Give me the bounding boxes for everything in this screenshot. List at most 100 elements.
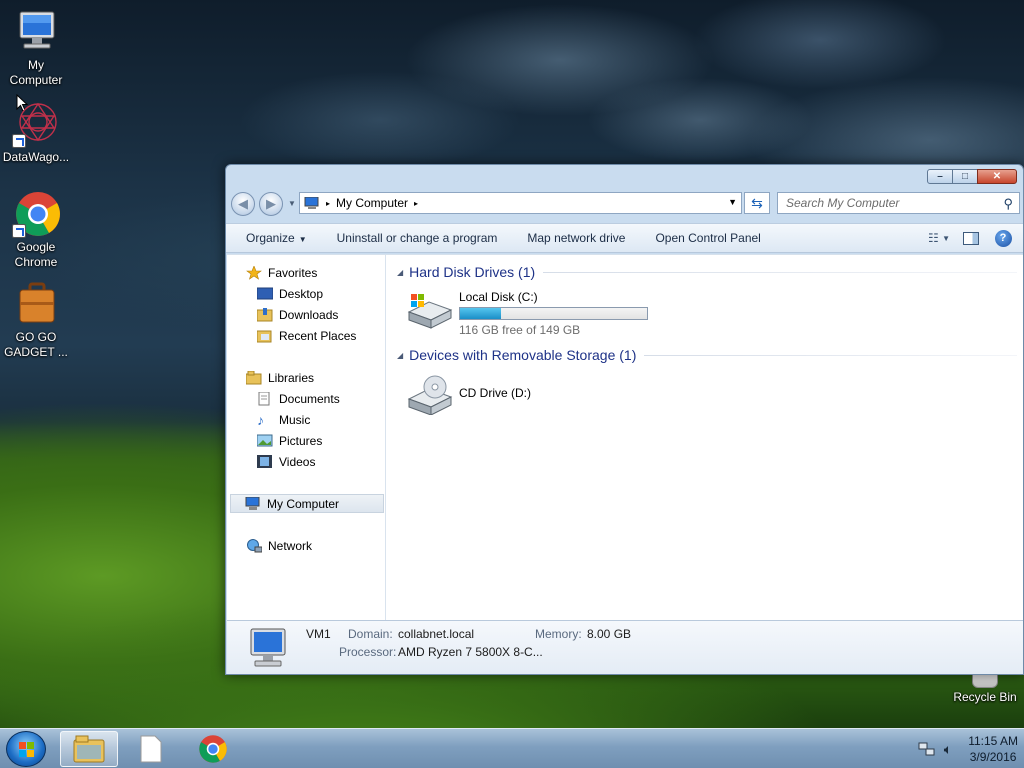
memory-label: Memory: [535, 627, 582, 641]
chrome-icon [12, 190, 60, 238]
clock-time: 11:15 AM [968, 734, 1018, 748]
domain-value: collabnet.local [398, 627, 475, 641]
desktop-icon-recycle-bin[interactable]: Recycle Bin [948, 672, 1022, 705]
drive-name: Local Disk (C:) [459, 290, 538, 304]
nav-label: Documents [279, 391, 340, 406]
music-icon: ♪ [257, 411, 264, 428]
computer-icon [250, 628, 286, 667]
recent-pages-dropdown[interactable]: ▼ [288, 199, 296, 208]
desktop-icon-label: Recycle Bin [953, 690, 1017, 704]
computer-icon [245, 496, 261, 511]
collapse-triangle-icon: ◢ [397, 267, 404, 277]
desktop-icon-google-chrome[interactable]: Google Chrome [0, 190, 72, 270]
desktop-icon-label: GO GO GADGET ... [4, 330, 68, 359]
nav-label: Desktop [279, 286, 324, 301]
forward-button[interactable]: ▶ [259, 192, 283, 216]
nav-item-my-computer[interactable]: My Computer [230, 494, 384, 513]
taskbar-document-button[interactable] [122, 731, 180, 767]
computer-icon [304, 197, 319, 209]
breadcrumb-separator[interactable]: ▸ [414, 199, 418, 208]
group-header-hard-disk-drives[interactable]: ◢ Hard Disk Drives (1) [397, 262, 1017, 282]
drive-local-disk-c[interactable]: Local Disk (C:) 116 GB free of 149 GB [405, 290, 648, 337]
search-placeholder: Search My Computer [786, 196, 900, 210]
maximize-button[interactable]: □ [952, 169, 978, 184]
pictures-icon [256, 434, 273, 448]
refresh-button[interactable]: ⇆ [744, 192, 770, 214]
system-tray: 🔈︎ 11:15 AM 3/9/2016 [918, 733, 1018, 765]
processor-value: AMD Ryzen 7 5800X 8-C... [398, 645, 543, 659]
start-button[interactable] [6, 731, 46, 767]
desktop-icon-label: My Computer [9, 58, 63, 87]
desktop-icon-label: Google Chrome [14, 240, 58, 269]
command-bar: Organize ▼ Uninstall or change a program … [226, 223, 1023, 253]
hard-drive-icon [405, 290, 455, 330]
desktop-icon-datawagon[interactable]: DataWago... [0, 100, 72, 165]
close-button[interactable]: ✕ [977, 169, 1017, 184]
computer-icon [12, 8, 60, 56]
clock[interactable]: 11:15 AM 3/9/2016 [968, 733, 1018, 765]
group-divider [644, 354, 1017, 356]
uninstall-program-button[interactable]: Uninstall or change a program [322, 231, 513, 245]
nav-item-videos[interactable]: Videos [257, 452, 315, 471]
search-input[interactable]: Search My Computer ⚲ [777, 192, 1020, 214]
back-arrow-icon: ◀ [238, 196, 248, 211]
nav-label: Videos [279, 454, 316, 469]
breadcrumb-separator[interactable]: ▸ [326, 199, 330, 208]
windows-logo-icon [19, 742, 34, 757]
change-view-button[interactable]: ☷ ▼ [927, 229, 951, 247]
shortcut-arrow-icon [12, 224, 26, 238]
desktop-icon [256, 287, 274, 301]
downloads-folder-icon [256, 307, 273, 322]
libraries-icon [245, 370, 262, 385]
help-button[interactable]: ? [993, 229, 1013, 247]
group-header-removable-storage[interactable]: ◢ Devices with Removable Storage (1) [397, 345, 1017, 365]
nav-item-music[interactable]: ♪ Music [257, 410, 310, 429]
taskbar: 🔈︎ 11:15 AM 3/9/2016 [0, 728, 1024, 768]
nav-item-favorites[interactable]: Favorites [246, 263, 317, 282]
organize-label: Organize [246, 231, 295, 245]
search-icon: ⚲ [1003, 196, 1013, 211]
processor-label: Processor: [339, 645, 397, 659]
documents-icon [257, 391, 273, 406]
nav-item-libraries[interactable]: Libraries [245, 368, 314, 387]
drive-cd-d[interactable]: CD Drive (D:) [405, 375, 531, 416]
taskbar-explorer-button[interactable] [60, 731, 118, 767]
desktop-icon-go-go-gadget[interactable]: GO GO GADGET ... [0, 280, 72, 360]
folder-icon [73, 735, 105, 763]
minimize-button[interactable]: – [927, 169, 953, 184]
nav-item-downloads[interactable]: Downloads [256, 305, 338, 324]
help-icon: ? [994, 229, 1012, 247]
desktop-icon-my-computer[interactable]: My Computer [0, 8, 72, 88]
content-pane[interactable]: ◢ Hard Disk Drives (1) Local Disk (C:) 1… [387, 255, 1023, 620]
breadcrumb-my-computer[interactable]: My Computer [336, 196, 408, 210]
briefcase-icon [12, 280, 60, 328]
open-control-panel-button[interactable]: Open Control Panel [640, 231, 775, 245]
document-icon [140, 735, 162, 763]
address-bar[interactable]: ▸ My Computer ▸ ▼ [299, 192, 742, 214]
desktop-icon-label: DataWago... [2, 150, 70, 164]
chrome-icon [199, 735, 227, 763]
nav-item-desktop[interactable]: Desktop [256, 284, 324, 303]
address-dropdown-arrow[interactable]: ▼ [728, 197, 737, 207]
nav-item-documents[interactable]: Documents [257, 389, 340, 408]
views-icon: ☷ [927, 231, 939, 245]
clock-date: 3/9/2016 [969, 750, 1017, 764]
nav-item-recent-places[interactable]: Recent Places [256, 326, 356, 345]
back-button[interactable]: ◀ [231, 192, 255, 216]
forward-arrow-icon: ▶ [266, 196, 276, 211]
nav-item-pictures[interactable]: Pictures [256, 431, 322, 450]
volume-icon[interactable]: 🔈︎ [944, 741, 952, 758]
navigation-pane[interactable]: Favorites Desktop Downloads Recent Place… [227, 255, 386, 620]
datawagon-icon [12, 100, 60, 148]
organize-button[interactable]: Organize ▼ [226, 231, 322, 245]
preview-pane-button[interactable] [961, 229, 981, 247]
map-network-drive-button[interactable]: Map network drive [512, 231, 640, 245]
taskbar-chrome-button[interactable] [184, 731, 242, 767]
nav-label: Favorites [268, 265, 318, 280]
network-status-icon[interactable] [918, 741, 936, 757]
nav-item-network[interactable]: Network [246, 536, 312, 555]
nav-label: Music [279, 412, 311, 427]
chevron-down-icon: ▼ [942, 233, 951, 243]
title-bar[interactable]: – □ ✕ [226, 165, 1023, 189]
explorer-window: – □ ✕ ◀ ▶ ▼ ▸ My Computer ▸ ▼ ⇆ Search M… [225, 164, 1024, 675]
